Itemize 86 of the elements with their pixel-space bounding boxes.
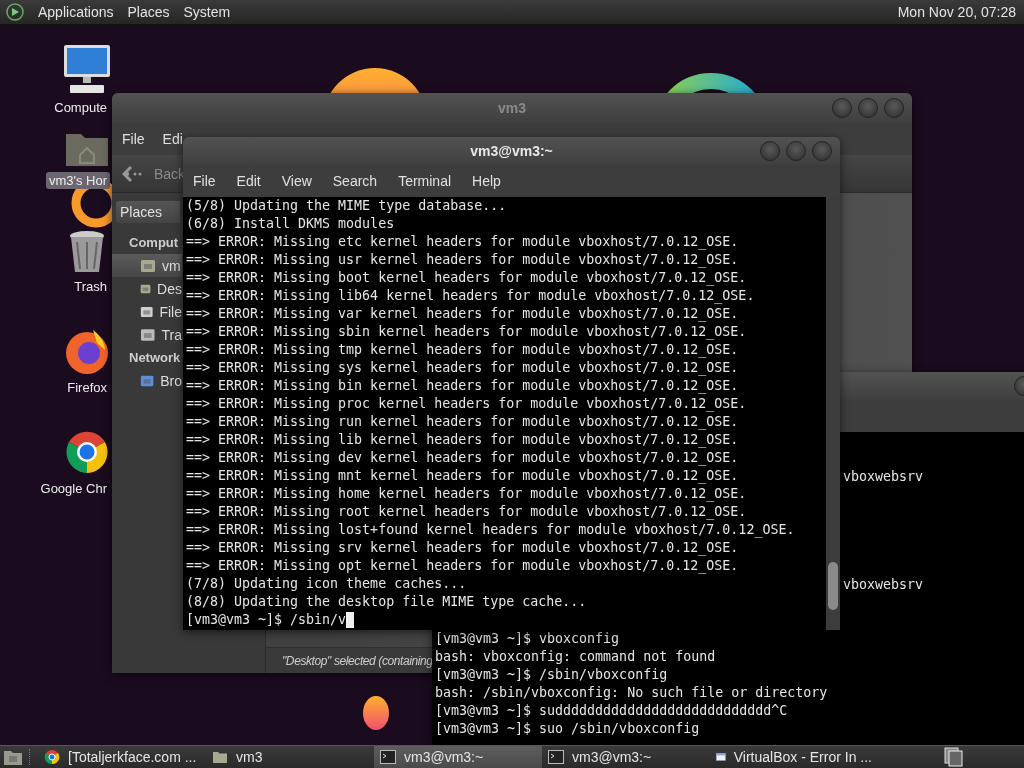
terminal-line: ==> ERROR: Missing lib kernel headers for module vboxhost/7.0.12_OSE. [186, 431, 739, 449]
terminal-line: ==> ERROR: Missing bin kernel headers for module vboxhost/7.0.12_OSE. [186, 377, 739, 395]
terminal-line: (6/8) Install DKMS modules [186, 215, 395, 233]
terminal-line: ==> ERROR: Missing boot kernel headers for module vboxhost/7.0.12_OSE. [186, 269, 747, 287]
menu-item[interactable]: Edit [236, 173, 261, 189]
home-folder-icon [212, 750, 228, 764]
terminal-line: (5/8) Updating the MIME type database... [186, 197, 507, 215]
sidebar-heading: Network [128, 349, 182, 367]
terminal-line: vboxwebsrv [843, 576, 924, 594]
computer-icon [62, 43, 112, 95]
taskbar-button[interactable]: vm3@vm3:~ [374, 746, 542, 768]
menu-item[interactable]: File [122, 131, 145, 147]
sidebar-item[interactable]: File [112, 300, 182, 323]
window-control-button[interactable] [760, 141, 780, 161]
terminal-line: [vm3@vm3 ~]$ /sbin/vboxconfig [435, 666, 668, 684]
desktop-icon-label[interactable]: Firefox [64, 379, 110, 396]
desktop-icon-label[interactable]: Google Chr [37, 480, 110, 497]
sidebar-item[interactable]: vm [112, 254, 182, 277]
panel-menu[interactable]: Applications [38, 4, 114, 20]
desktop-icon-label[interactable]: Compute [51, 99, 110, 116]
sidebar-item[interactable]: Tra [112, 323, 182, 346]
browser-icon [44, 749, 60, 765]
clock: Mon Nov 20, 07:28 [897, 4, 1016, 20]
terminal-line: (8/8) Updating the desktop file MIME type cache... [186, 593, 587, 611]
panel-menu[interactable]: System [183, 4, 231, 20]
terminal-line: ==> ERROR: Missing srv kernel headers for module vboxhost/7.0.12_OSE. [186, 539, 739, 557]
menu-item[interactable]: File [193, 173, 216, 189]
terminal-line: ==> ERROR: Missing sys kernel headers for module vboxhost/7.0.12_OSE. [186, 359, 739, 377]
status-text: "Desktop" selected (containing [282, 653, 433, 668]
taskbar-button[interactable]: vm3 [206, 746, 374, 768]
menu-item[interactable]: Terminal [398, 173, 452, 189]
terminal-icon [548, 750, 564, 764]
sidebar-item[interactable]: Bro [112, 369, 182, 392]
scrollbar-thumb[interactable] [828, 562, 838, 610]
window-control-button[interactable] [884, 98, 904, 118]
terminal-line: vboxwebsrv [843, 468, 924, 486]
taskbar-button[interactable]: [Totaljerkface.com ... [38, 746, 206, 768]
terminal-line: ==> ERROR: Missing etc kernel headers for module vboxhost/7.0.12_OSE. [186, 233, 739, 251]
menu-item[interactable]: View [281, 173, 312, 189]
terminal-line: ==> ERROR: Missing lost+found kernel headers for module vboxhost/7.0.12_OSE. [186, 521, 795, 539]
terminal-line: ==> ERROR: Missing root kernel headers for module vboxhost/7.0.12_OSE. [186, 503, 747, 521]
taskbar-button[interactable]: VirtualBox - Error In ... [710, 746, 878, 768]
show-desktop-icon[interactable] [3, 748, 23, 766]
terminal-line: ==> ERROR: Missing sbin kernel headers for module vboxhost/7.0.12_OSE. [186, 323, 747, 341]
terminal-line: ==> ERROR: Missing proc kernel headers for module vboxhost/7.0.12_OSE. [186, 395, 747, 413]
menu-item[interactable]: Search [332, 173, 378, 189]
workspace-switcher-icon[interactable] [944, 747, 964, 767]
desktop-icon-label[interactable]: Trash [71, 278, 110, 295]
sidebar-item[interactable]: Des [112, 277, 182, 300]
taskbar-button[interactable]: vm3@vm3:~ [542, 746, 710, 768]
terminal-line: ==> ERROR: Missing home kernel headers for module vboxhost/7.0.12_OSE. [186, 485, 747, 503]
window-icon [716, 750, 726, 764]
menu-logo-icon[interactable] [6, 3, 24, 21]
terminal-line: ==> ERROR: Missing mnt kernel headers for module vboxhost/7.0.12_OSE. [186, 467, 739, 485]
terminal-line: [vm3@vm3 ~]$ suo /sbin/vboxconfig [435, 720, 700, 738]
terminal-line: bash: /sbin/vboxconfig: No such file or directory [435, 684, 828, 702]
browser-icon [63, 327, 111, 375]
terminal-line: ==> ERROR: Missing tmp kernel headers for module vboxhost/7.0.12_OSE. [186, 341, 739, 359]
window-control-button[interactable] [812, 141, 832, 161]
sidebar-heading: Comput [128, 234, 180, 252]
terminal-line: ==> ERROR: Missing var kernel headers for module vboxhost/7.0.12_OSE. [186, 305, 739, 323]
text-cursor [346, 612, 355, 628]
terminal-line: ==> ERROR: Missing usr kernel headers for module vboxhost/7.0.12_OSE. [186, 251, 739, 269]
terminal-line: (7/8) Updating icon theme caches... [186, 575, 467, 593]
menu-item[interactable]: Help [472, 173, 501, 189]
terminal-line: ==> ERROR: Missing run kernel headers for module vboxhost/7.0.12_OSE. [186, 413, 739, 431]
panel-menu[interactable]: Places [127, 4, 170, 20]
terminal-icon [380, 750, 396, 764]
window-control-button[interactable] [858, 98, 878, 118]
terminal-line: ==> ERROR: Missing lib64 kernel headers for module vboxhost/7.0.12_OSE. [186, 287, 755, 305]
terminal-line: [vm3@vm3 ~]$ vboxconfig [435, 630, 620, 648]
terminal-line: ==> ERROR: Missing opt kernel headers for module vboxhost/7.0.12_OSE. [186, 557, 739, 575]
terminal-line: ==> ERROR: Missing dev kernel headers for module vboxhost/7.0.12_OSE. [186, 449, 739, 467]
scrollbar[interactable] [826, 197, 840, 630]
terminal-line: [vm3@vm3 ~]$ /sbin/v [186, 611, 347, 629]
window-control-button[interactable] [786, 141, 806, 161]
window-title: vm3@vm3:~ [469, 143, 554, 159]
desktop-icon-label[interactable]: vm3's Hor [45, 172, 110, 189]
window-control-button[interactable] [832, 98, 852, 118]
menu-item[interactable]: Edi [162, 131, 183, 147]
terminal-line: bash: vboxconfig: command not found [435, 648, 716, 666]
places-dropdown[interactable]: Places [116, 201, 180, 223]
back-arrow-icon [122, 164, 144, 183]
folder-icon [140, 257, 156, 274]
terminal-line: [vm3@vm3 ~]$ suddddddddddddddddddddddddddd^C [435, 702, 788, 720]
window-title: vm3 [497, 100, 527, 116]
